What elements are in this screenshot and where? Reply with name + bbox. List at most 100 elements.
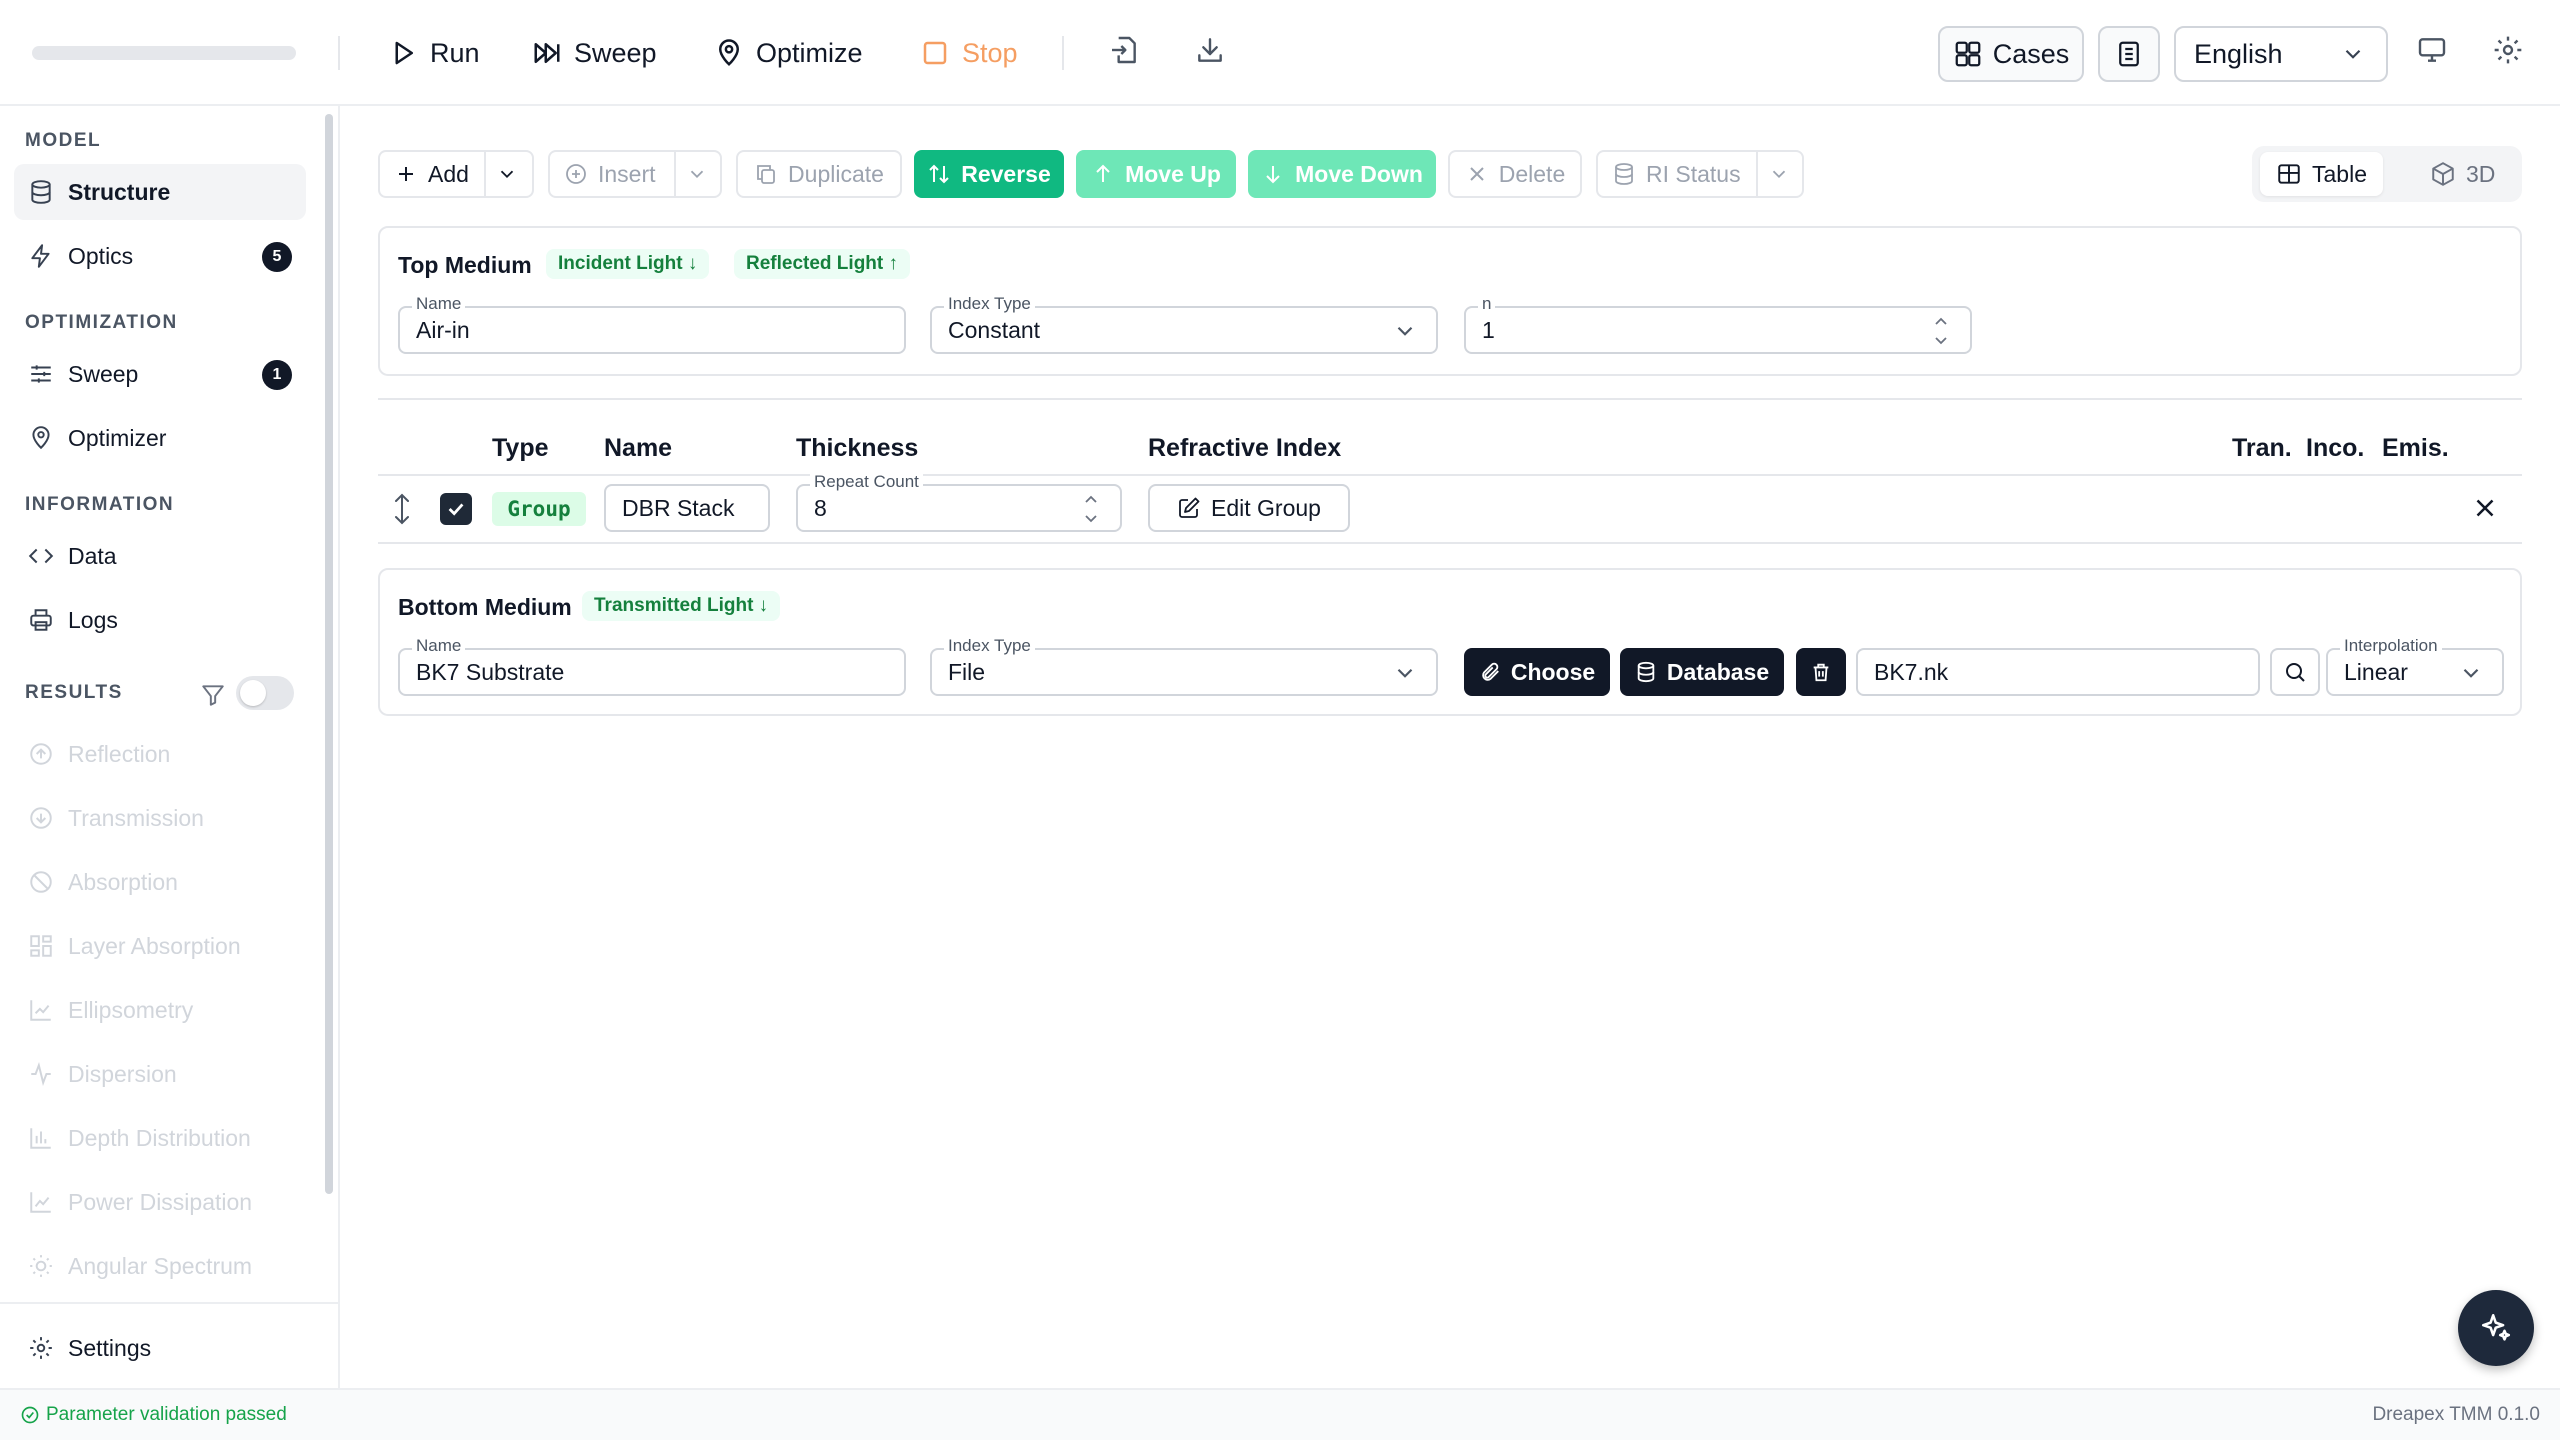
top-medium-name-field[interactable]: Name Air-in <box>398 294 906 354</box>
arrow-up-icon <box>1096 164 1110 182</box>
choose-file-button[interactable]: Choose <box>1464 648 1610 696</box>
close-icon <box>1470 167 1484 181</box>
insert-layer-split-button[interactable]: Insert <box>548 150 722 198</box>
skip-forward-icon <box>534 43 560 63</box>
view-3d-button[interactable]: 3D <box>2414 152 2511 196</box>
top-medium-n-input[interactable]: n 1 <box>1464 294 1972 354</box>
bottom-medium-name-field[interactable]: Name BK7 Substrate <box>398 636 906 696</box>
split-divider <box>674 152 676 196</box>
column-header-tran: Tran. <box>2232 434 2292 462</box>
sidebar-scrollbar[interactable] <box>325 114 333 1194</box>
optics-count-badge: 5 <box>262 242 292 272</box>
repeat-count-input[interactable]: Repeat Count 8 <box>796 472 1122 532</box>
search-file-button[interactable] <box>2270 648 2320 696</box>
arrow-down-circle-icon <box>30 807 52 829</box>
run-button[interactable]: Run <box>388 30 480 76</box>
sidebar-item-absorption[interactable]: Absorption <box>14 854 306 910</box>
play-icon <box>395 41 413 65</box>
view-table-button[interactable]: Table <box>2260 152 2383 196</box>
copy-icon <box>757 165 775 184</box>
duplicate-button[interactable]: Duplicate <box>736 150 902 198</box>
layer-type-badge: Group <box>492 492 586 526</box>
top-medium-card: Top Medium Incident Light ↓ Reflected Li… <box>378 226 2522 376</box>
stepper-icon[interactable] <box>1082 490 1100 528</box>
sidebar-item-structure[interactable]: Structure <box>14 164 306 220</box>
language-select[interactable]: English <box>2174 26 2388 82</box>
optimize-button[interactable]: Optimize <box>714 30 863 76</box>
chevron-down-icon[interactable] <box>686 163 708 185</box>
add-layer-split-button[interactable]: Add <box>378 150 534 198</box>
remove-layer-icon[interactable] <box>2470 493 2500 523</box>
paperclip-icon <box>1482 662 1499 681</box>
layout-grid-icon <box>30 935 52 957</box>
sidebar-item-data[interactable]: Data <box>14 528 306 584</box>
stop-button[interactable]: Stop <box>920 30 1018 76</box>
sidebar-item-optimizer[interactable]: Optimizer <box>14 410 306 466</box>
sidebar-item-reflection[interactable]: Reflection <box>14 726 306 782</box>
sidebar-item-angular-spectrum[interactable]: Angular Spectrum <box>14 1238 306 1294</box>
top-medium-title: Top Medium <box>398 252 532 278</box>
top-medium-index-type-select[interactable]: Index Type Constant <box>930 294 1438 354</box>
area-chart-icon <box>30 1192 51 1213</box>
interpolation-select[interactable]: Interpolation Linear <box>2326 636 2504 696</box>
sweep-button[interactable]: Sweep <box>532 30 657 76</box>
activity-icon <box>31 1062 51 1086</box>
display-button[interactable] <box>2416 34 2452 70</box>
cases-button[interactable]: Cases <box>1938 26 2084 82</box>
layer-name-input[interactable]: DBR Stack <box>604 484 770 532</box>
move-down-button[interactable]: Move Down <box>1248 150 1436 198</box>
settings-gear-button[interactable] <box>2492 34 2528 70</box>
results-filter-toggle[interactable] <box>236 676 294 710</box>
sidebar-item-layer-absorption[interactable]: Layer Absorption <box>14 918 306 974</box>
chevron-down-icon <box>1397 326 1413 336</box>
cube-icon <box>2432 162 2454 186</box>
chevron-down-icon[interactable] <box>496 163 518 185</box>
trash-icon <box>1813 663 1829 682</box>
stepper-icon[interactable] <box>1932 312 1950 350</box>
toolbar-separator <box>338 36 340 70</box>
nk-file-field[interactable]: BK7.nk <box>1856 648 2260 696</box>
document-list-icon <box>2119 41 2139 67</box>
split-divider <box>484 152 486 196</box>
ri-status-split-button[interactable]: RI Status <box>1596 150 1804 198</box>
filter-icon[interactable] <box>200 682 226 708</box>
bottom-medium-card: Bottom Medium Transmitted Light ↓ Name B… <box>378 568 2522 716</box>
table-icon <box>2278 164 2300 184</box>
bar-chart-icon <box>30 1128 51 1149</box>
sidebar-item-optics[interactable]: Optics 5 <box>14 228 306 284</box>
section-title-optimization: OPTIMIZATION <box>25 312 178 333</box>
sidebar-item-logs[interactable]: Logs <box>14 592 306 648</box>
drag-handle-icon[interactable] <box>390 492 414 526</box>
monitor-icon <box>2418 38 2446 62</box>
column-header-inco: Inco. <box>2306 434 2365 462</box>
sidebar-item-dispersion[interactable]: Dispersion <box>14 1046 306 1102</box>
sidebar-item-settings[interactable]: Settings <box>14 1320 306 1376</box>
code-icon <box>28 548 54 564</box>
database-button[interactable]: Database <box>1620 648 1784 696</box>
layer-enabled-checkbox[interactable] <box>440 493 472 525</box>
clear-file-button[interactable] <box>1796 648 1846 696</box>
stop-square-icon <box>923 41 947 65</box>
sidebar: MODEL Structure Optics 5 OPTIMIZATION Sw… <box>0 106 340 1388</box>
sidebar-item-transmission[interactable]: Transmission <box>14 790 306 846</box>
app-logo-placeholder <box>32 46 296 60</box>
reverse-button[interactable]: Reverse <box>914 150 1064 198</box>
bottom-medium-index-type-select[interactable]: Index Type File <box>930 636 1438 696</box>
edit-group-button[interactable]: Edit Group <box>1148 484 1350 532</box>
delete-button[interactable]: Delete <box>1448 150 1582 198</box>
move-up-button[interactable]: Move Up <box>1076 150 1236 198</box>
ban-icon <box>30 871 52 893</box>
sidebar-item-ellipsometry[interactable]: Ellipsometry <box>14 982 306 1038</box>
sidebar-item-depth-distribution[interactable]: Depth Distribution <box>14 1110 306 1166</box>
database-icon <box>1637 661 1655 683</box>
notes-button[interactable] <box>2098 26 2160 82</box>
status-bar: Parameter validation passed Dreapex TMM … <box>0 1388 2560 1440</box>
sweep-count-badge: 1 <box>262 360 292 390</box>
export-button[interactable] <box>1194 34 1230 70</box>
ai-assistant-button[interactable] <box>2458 1290 2534 1366</box>
import-button[interactable] <box>1108 34 1144 70</box>
sidebar-item-sweep[interactable]: Sweep 1 <box>14 346 306 402</box>
sidebar-item-power-dissipation[interactable]: Power Dissipation <box>14 1174 306 1230</box>
plus-circle-icon <box>566 164 586 184</box>
chevron-down-icon[interactable] <box>1768 163 1790 185</box>
